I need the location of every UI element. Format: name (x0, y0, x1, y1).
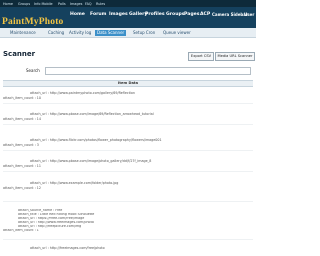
export-csv-button[interactable]: Export CSV (188, 52, 214, 61)
table-row: attach_url : http://www.paintmyphoto.com… (3, 91, 253, 100)
row-divider (3, 150, 253, 151)
topbar-item[interactable]: FAQ (85, 2, 92, 6)
nav-camera-sidebar[interactable]: Camera Sidebar (212, 12, 248, 17)
row-divider (3, 124, 253, 125)
topbar-item[interactable]: Home (3, 2, 13, 6)
table-row: attach_url : http://www.example.com/fold… (3, 181, 253, 190)
row-divider (3, 171, 253, 172)
table-row: attach_url : http://www.pbase.com/image/… (3, 112, 253, 121)
nav-user-list[interactable]: User List (244, 12, 264, 17)
row-line: attach_item_count : 10 (3, 95, 41, 100)
table-row: attach_source_name : Free attach_title :… (3, 209, 253, 232)
site-header: PaintMyPhoto Home Forum Images Gallery P… (0, 7, 264, 28)
search-label: Search (26, 68, 40, 73)
topbar-item[interactable]: Images (70, 2, 82, 6)
nav-home[interactable]: Home (70, 12, 85, 17)
nav-pages[interactable]: Pages (184, 12, 199, 17)
page-title: Scanner (3, 50, 36, 58)
row-divider (3, 239, 253, 240)
table-row: attach_url : http://freeimages.com/free/… (3, 246, 253, 251)
tab-activity-log[interactable]: Activity log (67, 30, 93, 36)
tab-maintenance[interactable]: Maintenance (8, 30, 38, 36)
admin-tabs: Maintenance Caching Activity log Data Sc… (0, 28, 256, 38)
topbar-item[interactable]: Polls (58, 2, 66, 6)
nav-acp[interactable]: ACP (200, 12, 210, 17)
media-url-scanner-button[interactable]: Media URL Scanner (215, 52, 255, 61)
row-line: attach_item_count : 14 (3, 116, 41, 121)
tab-caching[interactable]: Caching (46, 30, 66, 36)
main-nav: Home Forum Images Gallery Profiles Group… (0, 11, 264, 21)
topbar-item[interactable]: Groups (18, 2, 30, 6)
row-divider (3, 103, 253, 104)
nav-profiles[interactable]: Profiles (145, 12, 165, 17)
row-divider (3, 201, 253, 202)
table-row: attach_url : http://www.pbase.com/image/… (3, 159, 253, 168)
search-input[interactable] (45, 66, 251, 75)
table-row: attach_url : http://www.flickr.com/photo… (3, 138, 253, 147)
nav-images[interactable]: Images (109, 12, 128, 17)
column-header-item-data[interactable]: Item Data (3, 80, 253, 87)
tab-setup-cron[interactable]: Setup Cron (131, 30, 157, 36)
topbar-item[interactable]: Rules (96, 2, 105, 6)
row-line: attach_item_count : 1 (3, 228, 39, 232)
topbar: Home Groups Info Mobile Polls Images FAQ… (0, 0, 256, 7)
nav-groups[interactable]: Groups (166, 12, 185, 17)
row-line: attach_item_count : 3 (3, 142, 39, 147)
row-line: attach_item_count : 12 (3, 185, 41, 190)
nav-forum[interactable]: Forum (90, 12, 106, 17)
row-line: attach_item_count : 11 (3, 163, 41, 168)
row-line: attach_url : http://freeimages.com/free/… (30, 246, 105, 250)
topbar-item[interactable]: Info Mobile (34, 2, 53, 6)
tab-queue-viewer[interactable]: Queue viewer (161, 30, 193, 36)
tab-data-scanner[interactable]: Data Scanner (95, 29, 127, 36)
